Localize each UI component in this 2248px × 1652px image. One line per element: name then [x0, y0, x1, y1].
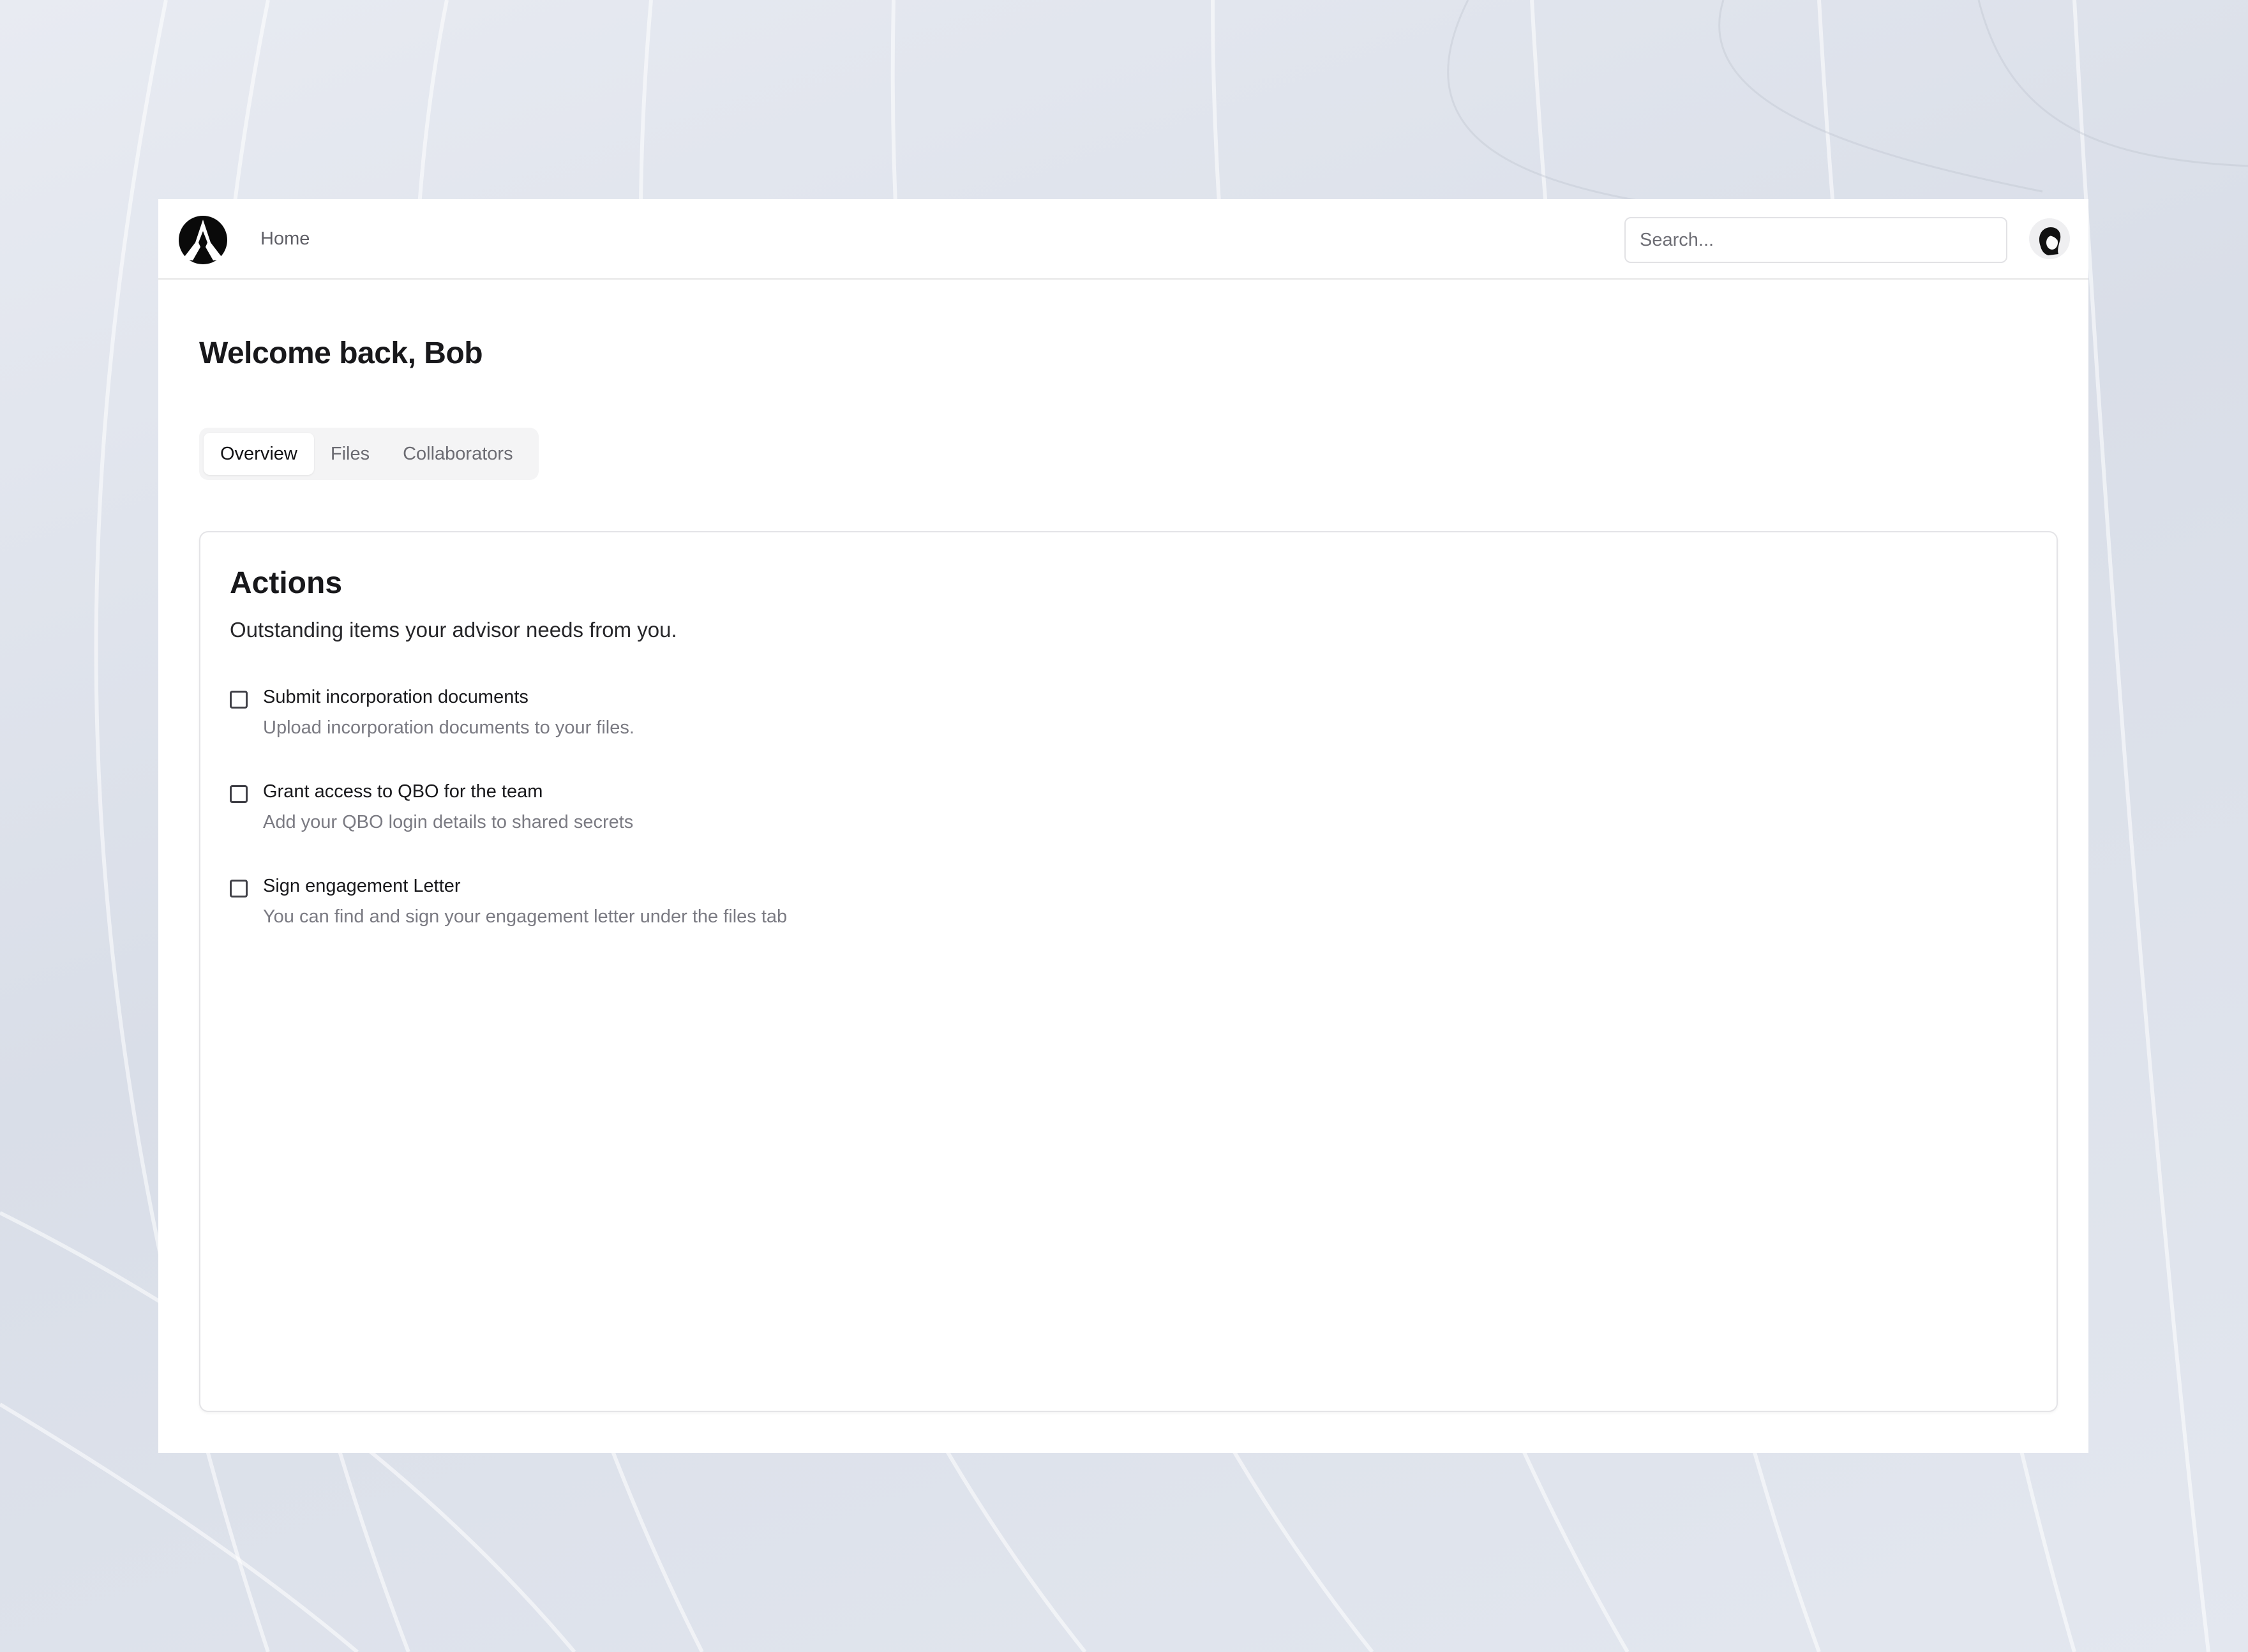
action-checkbox[interactable]	[230, 691, 248, 709]
action-item: Submit incorporation documents Upload in…	[230, 683, 1506, 753]
app-window: Home Welcome back, Bob Overview Files Co…	[158, 199, 2088, 1453]
action-title: Sign engagement Letter	[263, 876, 461, 896]
action-checkbox[interactable]	[230, 785, 248, 803]
page-title: Welcome back, Bob	[199, 336, 483, 370]
actions-card: Actions Outstanding items your advisor n…	[199, 531, 2058, 1412]
action-item: Sign engagement Letter You can find and …	[230, 872, 1506, 942]
search-input[interactable]	[1624, 217, 2007, 263]
action-checkbox[interactable]	[230, 880, 248, 897]
tab-bar: Overview Files Collaborators	[199, 428, 539, 480]
action-title: Grant access to QBO for the team	[263, 781, 543, 802]
tab-files[interactable]: Files	[314, 433, 386, 475]
top-navbar: Home	[158, 199, 2088, 280]
action-subtitle: You can find and sign your engagement le…	[263, 906, 788, 927]
brand-logo-icon[interactable]	[177, 214, 229, 266]
action-subtitle: Add your QBO login details to shared sec…	[263, 812, 634, 832]
card-title: Actions	[230, 566, 343, 600]
tab-collaborators[interactable]: Collaborators	[386, 433, 529, 475]
user-avatar-icon[interactable]	[2029, 218, 2070, 259]
card-description: Outstanding items your advisor needs fro…	[230, 618, 677, 642]
nav-home-link[interactable]: Home	[260, 229, 310, 250]
action-subtitle: Upload incorporation documents to your f…	[263, 717, 634, 738]
action-title: Submit incorporation documents	[263, 687, 528, 707]
tab-overview[interactable]: Overview	[204, 433, 314, 475]
action-item: Grant access to QBO for the team Add you…	[230, 777, 1506, 848]
